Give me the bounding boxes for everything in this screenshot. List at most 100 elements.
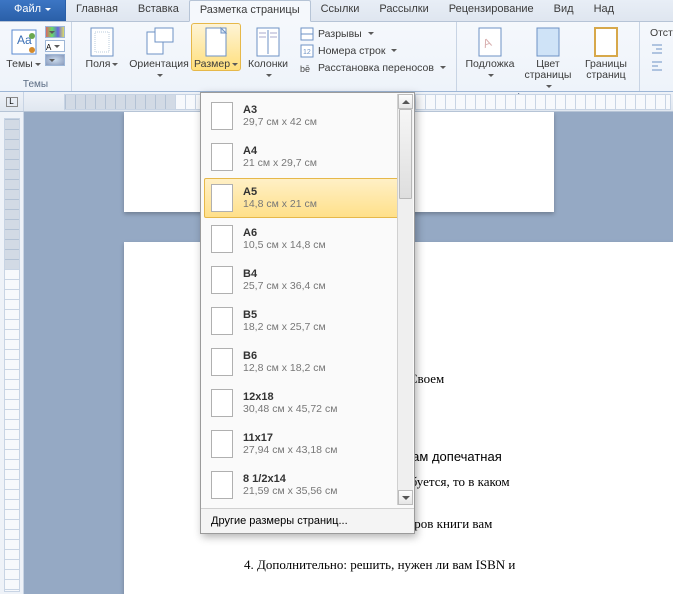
page-borders-label: Границы страниц [579,59,633,81]
scroll-thumb[interactable] [399,109,412,199]
theme-effects-button[interactable] [45,54,65,66]
line-numbers-label: Номера строк [318,45,385,57]
columns-icon [252,26,284,58]
page-icon [211,430,233,458]
themes-icon: Aa [8,26,40,58]
hyphenation-icon: bē [300,61,314,75]
themes-button[interactable]: Aa Темы [6,24,41,70]
page-borders-icon [590,26,622,58]
svg-text:bē: bē [300,64,310,74]
size-option-812x14[interactable]: 8 1/2x1421,59 см x 35,56 см [204,465,411,505]
scroll-track[interactable] [398,109,413,490]
size-option-12x18[interactable]: 12x1830,48 см x 45,72 см [204,383,411,423]
tab-home[interactable]: Главная [66,0,128,21]
page-icon [211,266,233,294]
orientation-button[interactable]: Ориентация [130,24,188,81]
size-option-a3[interactable]: A329,7 см x 42 см [204,96,411,136]
size-dimensions: 12,8 см x 18,2 см [243,362,326,374]
size-option-11x17[interactable]: 11x1727,94 см x 43,18 см [204,424,411,464]
tab-selector[interactable]: L [0,92,24,111]
size-name: 12x18 [243,391,337,403]
line-numbers-icon: 12 [300,44,314,58]
size-dimensions: 21 см x 29,7 см [243,157,317,169]
tab-references[interactable]: Ссылки [311,0,370,21]
breaks-label: Разрывы [318,28,362,40]
vertical-ruler-column [0,112,24,594]
size-icon [200,26,232,58]
tab-mailings[interactable]: Рассылки [369,0,438,21]
page-icon [211,471,233,499]
page-icon [211,307,233,335]
group-themes-label: Темы [6,79,65,91]
size-name: B4 [243,268,326,280]
chevron-up-icon [402,96,410,104]
size-name: A6 [243,227,326,239]
page-color-button[interactable]: Цвет страницы [521,24,575,92]
size-option-a4[interactable]: A421 см x 29,7 см [204,137,411,177]
watermark-button[interactable]: A Подложка [463,24,517,81]
orientation-icon [143,26,175,58]
scroll-up-button[interactable] [398,94,413,109]
size-button[interactable]: Размер [191,23,241,71]
page-borders-button[interactable]: Границы страниц [579,24,633,81]
size-dimensions: 14,8 см x 21 см [243,198,317,210]
theme-fonts-button[interactable]: A [45,40,65,52]
group-paragraph: Отст [640,22,673,91]
hyphenation-button[interactable]: bē Расстановка переносов [296,60,450,76]
size-name: A3 [243,104,317,116]
tab-page-layout[interactable]: Разметка страницы [189,0,311,22]
themes-label: Темы [6,59,40,70]
breaks-icon [300,27,314,41]
ribbon: Aa Темы A Темы Поля Ориентация [0,22,673,92]
size-list: A329,7 см x 42 смA421 см x 29,7 смA514,8… [201,93,414,508]
size-dimensions: 21,59 см x 35,56 см [243,485,337,497]
size-option-b5[interactable]: B518,2 см x 25,7 см [204,301,411,341]
ribbon-tabs: Файл Главная Вставка Разметка страницы С… [0,0,673,22]
columns-label: Колонки [244,59,292,81]
page-icon [211,102,233,130]
tab-file[interactable]: Файл [0,0,66,21]
size-name: 11x17 [243,432,337,444]
size-name: A5 [243,186,317,198]
breaks-button[interactable]: Разрывы [296,26,450,42]
size-dimensions: 29,7 см x 42 см [243,116,317,128]
svg-text:12: 12 [303,49,311,56]
line-numbers-button[interactable]: 12 Номера строк [296,43,450,59]
size-label: Размер [194,59,238,70]
watermark-icon: A [474,26,506,58]
size-dimensions: 10,5 см x 14,8 см [243,239,326,251]
size-option-a6[interactable]: A610,5 см x 14,8 см [204,219,411,259]
hyphenation-label: Расстановка переносов [318,62,434,74]
group-page-background: A Подложка Цвет страницы Границы страниц… [457,22,640,91]
page-size-dropdown: A329,7 см x 42 смA421 см x 29,7 смA514,8… [200,92,415,534]
size-dimensions: 27,94 см x 43,18 см [243,444,337,456]
columns-button[interactable]: Колонки [244,24,292,81]
margins-button[interactable]: Поля [78,24,126,70]
tab-review[interactable]: Рецензирование [439,0,544,21]
tab-insert[interactable]: Вставка [128,0,189,21]
tab-addins[interactable]: Над [584,0,624,21]
vertical-ruler[interactable] [4,118,20,592]
size-option-b6[interactable]: B612,8 см x 18,2 см [204,342,411,382]
indent-left-field[interactable] [646,41,673,57]
size-dimensions: 18,2 см x 25,7 см [243,321,326,333]
page-icon [211,348,233,376]
group-themes: Aa Темы A Темы [0,22,72,91]
doc-line-5: 4. Дополнительно: решить, нужен ли вам I… [244,556,654,574]
size-name: B6 [243,350,326,362]
size-name: A4 [243,145,317,157]
scroll-down-button[interactable] [398,490,413,505]
size-dimensions: 25,7 см x 36,4 см [243,280,326,292]
indent-right-field[interactable] [646,58,673,74]
size-option-b4[interactable]: B425,7 см x 36,4 см [204,260,411,300]
size-option-a5[interactable]: A514,8 см x 21 см [204,178,411,218]
theme-colors-button[interactable] [45,26,65,38]
group-page-setup: Поля Ориентация Размер Колонки Разрывы [72,22,457,91]
margins-label: Поля [86,59,119,70]
orientation-label: Ориентация [129,59,189,81]
page-icon [211,184,233,212]
more-page-sizes[interactable]: Другие размеры страниц... [201,508,414,533]
watermark-label: Подложка [463,59,517,81]
page-color-label: Цвет страницы [521,59,575,92]
tab-view[interactable]: Вид [544,0,584,21]
